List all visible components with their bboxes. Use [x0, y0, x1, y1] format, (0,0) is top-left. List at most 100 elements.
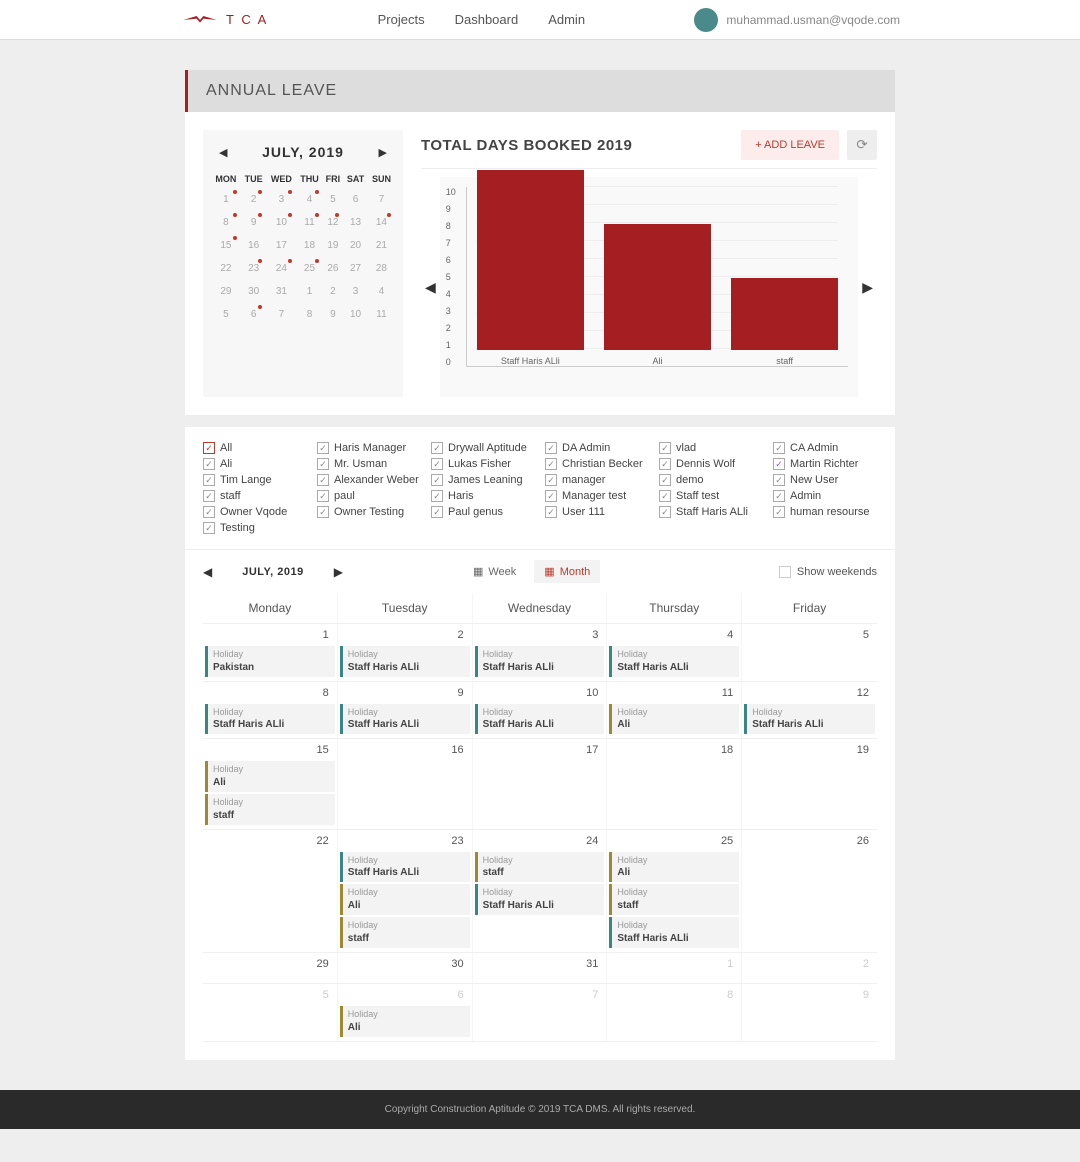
sched-cell[interactable]: 25HolidayAliHolidaystaffHolidayStaff Har…: [607, 830, 742, 952]
checkbox-icon[interactable]: [545, 506, 557, 518]
mini-cal-prev[interactable]: ◀: [219, 146, 227, 159]
sched-cell[interactable]: 16: [338, 739, 473, 828]
filter-item[interactable]: Haris Manager: [317, 441, 421, 455]
mini-cal-day[interactable]: 28: [368, 257, 395, 280]
filter-item[interactable]: paul: [317, 489, 421, 503]
mini-cal-day[interactable]: 11: [368, 303, 395, 326]
sched-cell[interactable]: 6HolidayAli: [338, 984, 473, 1041]
calendar-event[interactable]: HolidayStaff Haris ALli: [475, 884, 605, 915]
checkbox-icon[interactable]: [545, 458, 557, 470]
nav-projects[interactable]: Projects: [378, 12, 425, 27]
checkbox-icon[interactable]: [545, 474, 557, 486]
checkbox-icon[interactable]: [431, 490, 443, 502]
sched-cell[interactable]: 31: [473, 953, 608, 983]
calendar-event[interactable]: Holidaystaff: [475, 852, 605, 883]
sched-cell[interactable]: 10HolidayStaff Haris ALli: [473, 682, 608, 739]
show-weekends-checkbox[interactable]: [779, 566, 791, 578]
mini-cal-day[interactable]: 8: [296, 303, 322, 326]
chart-prev[interactable]: ◀: [421, 275, 440, 300]
filter-item[interactable]: Tim Lange: [203, 473, 307, 487]
checkbox-icon[interactable]: [659, 474, 671, 486]
checkbox-icon[interactable]: [773, 458, 785, 470]
mini-cal-day[interactable]: 5: [323, 188, 344, 211]
mini-cal-day[interactable]: 6: [241, 303, 267, 326]
mini-cal-day[interactable]: 9: [241, 211, 267, 234]
filter-item[interactable]: Christian Becker: [545, 457, 649, 471]
mini-cal-day[interactable]: 4: [296, 188, 322, 211]
mini-cal-day[interactable]: 10: [266, 211, 296, 234]
mini-cal-day[interactable]: 7: [368, 188, 395, 211]
mini-cal-day[interactable]: 29: [211, 280, 241, 303]
filter-item[interactable]: CA Admin: [773, 441, 877, 455]
sched-cell[interactable]: 26: [742, 830, 877, 952]
filter-item[interactable]: Owner Vqode: [203, 505, 307, 519]
mini-cal-day[interactable]: 10: [343, 303, 368, 326]
checkbox-icon[interactable]: [545, 442, 557, 454]
calendar-event[interactable]: HolidayStaff Haris ALli: [340, 646, 470, 677]
checkbox-icon[interactable]: [203, 442, 215, 454]
mini-cal-day[interactable]: 3: [343, 280, 368, 303]
sched-cell[interactable]: 12HolidayStaff Haris ALli: [742, 682, 877, 739]
filter-item[interactable]: human resourse: [773, 505, 877, 519]
checkbox-icon[interactable]: [431, 474, 443, 486]
sched-cell[interactable]: 15HolidayAliHolidaystaff: [203, 739, 338, 828]
sched-cell[interactable]: 1: [607, 953, 742, 983]
checkbox-icon[interactable]: [431, 506, 443, 518]
sched-cell[interactable]: 17: [473, 739, 608, 828]
filter-item[interactable]: Paul genus: [431, 505, 535, 519]
mini-cal-day[interactable]: 3: [266, 188, 296, 211]
checkbox-icon[interactable]: [203, 490, 215, 502]
sched-cell[interactable]: 30: [338, 953, 473, 983]
checkbox-icon[interactable]: [773, 490, 785, 502]
checkbox-icon[interactable]: [431, 442, 443, 454]
calendar-event[interactable]: HolidayStaff Haris ALli: [340, 704, 470, 735]
user-menu[interactable]: muhammad.usman@vqode.com: [694, 8, 900, 32]
sched-cell[interactable]: 4HolidayStaff Haris ALli: [607, 624, 742, 681]
calendar-event[interactable]: HolidayStaff Haris ALli: [609, 646, 739, 677]
mini-cal-day[interactable]: 7: [266, 303, 296, 326]
mini-cal-day[interactable]: 1: [296, 280, 322, 303]
mini-cal-day[interactable]: 22: [211, 257, 241, 280]
filter-item[interactable]: Dennis Wolf: [659, 457, 763, 471]
mini-cal-day[interactable]: 2: [323, 280, 344, 303]
sched-cell[interactable]: 3HolidayStaff Haris ALli: [473, 624, 608, 681]
filter-item[interactable]: Drywall Aptitude: [431, 441, 535, 455]
mini-cal-day[interactable]: 6: [343, 188, 368, 211]
filter-item[interactable]: manager: [545, 473, 649, 487]
sched-cell[interactable]: 22: [203, 830, 338, 952]
sched-cell[interactable]: 29: [203, 953, 338, 983]
chart-next[interactable]: ▶: [858, 275, 877, 300]
mini-cal-day[interactable]: 26: [323, 257, 344, 280]
checkbox-icon[interactable]: [317, 506, 329, 518]
mini-cal-day[interactable]: 21: [368, 234, 395, 257]
checkbox-icon[interactable]: [773, 442, 785, 454]
calendar-event[interactable]: HolidayPakistan: [205, 646, 335, 677]
mini-cal-day[interactable]: 1: [211, 188, 241, 211]
sched-cell[interactable]: 8HolidayStaff Haris ALli: [203, 682, 338, 739]
calendar-event[interactable]: HolidayAli: [205, 761, 335, 792]
filter-item[interactable]: Ali: [203, 457, 307, 471]
calendar-event[interactable]: HolidayStaff Haris ALli: [744, 704, 875, 735]
mini-cal-day[interactable]: 13: [343, 211, 368, 234]
sched-cell[interactable]: 5: [203, 984, 338, 1041]
checkbox-icon[interactable]: [773, 474, 785, 486]
checkbox-icon[interactable]: [317, 490, 329, 502]
sched-cell[interactable]: 24HolidaystaffHolidayStaff Haris ALli: [473, 830, 608, 952]
checkbox-icon[interactable]: [317, 458, 329, 470]
filter-item[interactable]: New User: [773, 473, 877, 487]
sched-cell[interactable]: 23HolidayStaff Haris ALliHolidayAliHolid…: [338, 830, 473, 952]
view-week[interactable]: ▦ Week: [463, 560, 526, 583]
view-month[interactable]: ▦ Month: [534, 560, 600, 583]
filter-item[interactable]: Owner Testing: [317, 505, 421, 519]
sched-next[interactable]: ▶: [334, 565, 343, 579]
sched-cell[interactable]: 9HolidayStaff Haris ALli: [338, 682, 473, 739]
calendar-event[interactable]: Holidaystaff: [609, 884, 739, 915]
mini-cal-day[interactable]: 19: [323, 234, 344, 257]
filter-item[interactable]: Lukas Fisher: [431, 457, 535, 471]
mini-cal-day[interactable]: 14: [368, 211, 395, 234]
sched-cell[interactable]: 7: [473, 984, 608, 1041]
checkbox-icon[interactable]: [317, 442, 329, 454]
calendar-event[interactable]: Holidaystaff: [340, 917, 470, 948]
filter-item[interactable]: DA Admin: [545, 441, 649, 455]
calendar-event[interactable]: HolidayAli: [340, 884, 470, 915]
